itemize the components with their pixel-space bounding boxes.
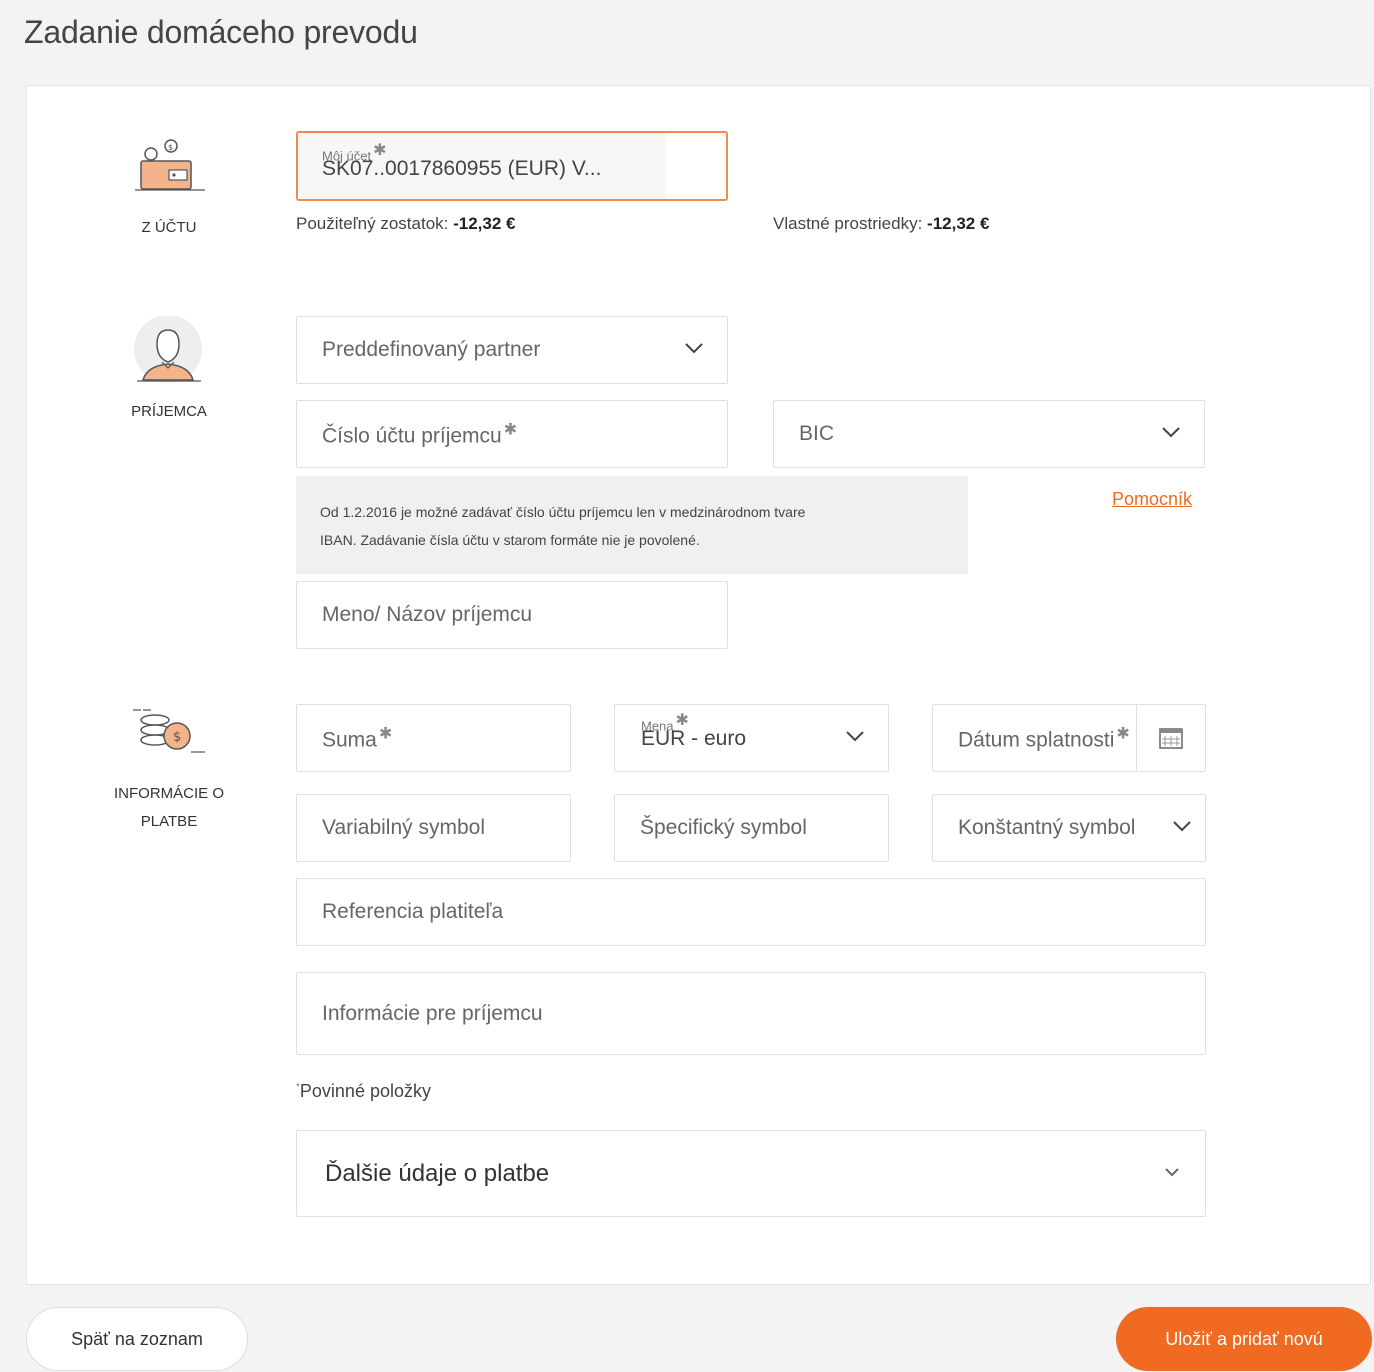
variable-symbol-placeholder: Variabilný symbol — [322, 816, 486, 839]
available-balance-value: -12,32 € — [453, 214, 516, 233]
recipient-name-placeholder: Meno/ Názov príjemcu — [322, 603, 533, 626]
svg-text:$: $ — [168, 143, 173, 152]
chevron-down-icon — [1161, 1161, 1183, 1183]
bic-placeholder: BIC — [799, 422, 835, 445]
helper-link[interactable]: Pomocník — [1112, 489, 1192, 510]
variable-symbol-input[interactable]: Variabilný symbol — [296, 794, 571, 862]
due-date-input[interactable]: Dátum splatnosti ✱ — [932, 704, 1206, 772]
currency-select[interactable]: Mena ✱ EUR - euro — [614, 704, 889, 772]
chevron-down-icon — [1171, 815, 1193, 837]
person-icon — [131, 315, 205, 384]
payer-reference-placeholder: Referencia platiteľa — [322, 900, 504, 923]
page-title: Zadanie domáceho prevodu — [24, 14, 418, 50]
wallet-icon: $ — [131, 136, 211, 196]
my-account-value: SK07..0017860955 (EUR) V... — [322, 157, 602, 180]
own-funds-value: -12,32 € — [927, 214, 990, 233]
due-date-placeholder: Dátum splatnosti — [958, 728, 1115, 752]
recipient-info-placeholder: Informácie pre príjemcu — [322, 1001, 543, 1025]
iban-info-line1: Od 1.2.2016 je možné zadávať číslo účtu … — [320, 504, 806, 520]
chevron-down-icon — [1160, 421, 1182, 443]
save-and-add-button[interactable]: Uložiť a pridať novú — [1116, 1307, 1372, 1371]
my-account-select[interactable]: Môj účet ✱ SK07..0017860955 (EUR) V... — [296, 131, 728, 201]
amount-placeholder: Suma — [322, 728, 377, 752]
iban-info-line2: IBAN. Zadávanie čísla účtu v starom form… — [320, 532, 700, 548]
constant-symbol-select[interactable]: Konštantný symbol — [932, 794, 1206, 862]
coins-icon: $ — [131, 706, 211, 756]
own-funds: Vlastné prostriedky: -12,32 € — [773, 214, 990, 233]
svg-text:$: $ — [173, 730, 181, 745]
recipient-info-textarea[interactable]: Informácie pre príjemcu — [296, 972, 1206, 1055]
specific-symbol-input[interactable]: Špecifický symbol — [614, 794, 889, 862]
iban-info-box: Od 1.2.2016 je možné zadávať číslo účtu … — [296, 476, 968, 574]
payment-info-label: INFORMÁCIE O PLATBE — [113, 785, 224, 830]
payer-reference-input[interactable]: Referencia platiteľa — [296, 878, 1206, 946]
currency-value: EUR - euro — [641, 727, 747, 750]
calendar-icon[interactable] — [1159, 727, 1183, 749]
recipient-name-input[interactable]: Meno/ Názov príjemcu — [296, 581, 728, 649]
available-balance: Použiteľný zostatok: -12,32 € — [296, 214, 516, 233]
required-fields-note: *Povinné položky — [296, 1081, 431, 1101]
recipient-label: PRÍJEMCA — [131, 403, 207, 420]
constant-symbol-placeholder: Konštantný symbol — [958, 816, 1136, 839]
predefined-partner-placeholder: Preddefinovaný partner — [322, 338, 541, 361]
more-payment-details-toggle[interactable]: Ďalšie údaje o platbe — [296, 1130, 1206, 1217]
amount-input[interactable]: Suma ✱ — [296, 704, 571, 772]
back-to-list-button[interactable]: Späť na zoznam — [26, 1307, 248, 1371]
predefined-partner-select[interactable]: Preddefinovaný partner — [296, 316, 728, 384]
recipient-account-placeholder: Číslo účtu príjemcu — [322, 424, 502, 448]
more-payment-details-title: Ďalšie údaje o platbe — [325, 1159, 550, 1187]
bic-select[interactable]: BIC — [773, 400, 1205, 468]
transfer-form-card: $ Z ÚČTU Môj účet ✱ SK07..0017860955 (EUR… — [26, 85, 1371, 1285]
recipient-account-input[interactable]: Číslo účtu príjemcu ✱ — [296, 400, 728, 468]
specific-symbol-placeholder: Špecifický symbol — [640, 816, 807, 839]
chevron-down-icon — [683, 337, 705, 359]
from-account-label: Z ÚČTU — [141, 219, 197, 236]
chevron-down-icon — [844, 725, 866, 747]
